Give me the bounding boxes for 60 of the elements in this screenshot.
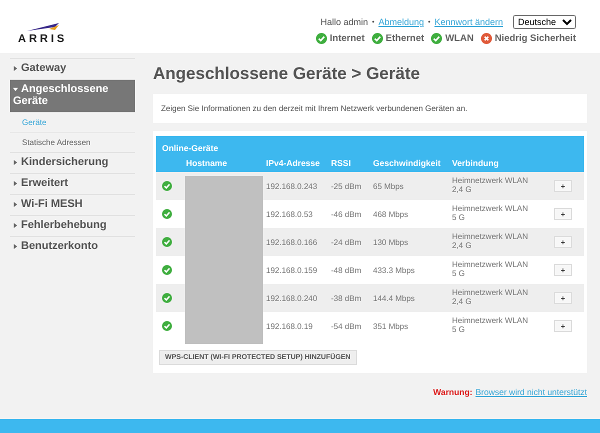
- sidebar-item[interactable]: Erweitert: [10, 173, 135, 194]
- table-cell-text: Heimnetzwerk WLAN 5 G: [452, 205, 530, 223]
- caret-icon: [13, 180, 18, 186]
- table-cell-text: -24 dBm: [331, 238, 362, 246]
- table-cell-text: -48 dBm: [331, 266, 362, 274]
- status-label: Internet: [330, 33, 365, 44]
- table-cell-text: 144.4 Mbps: [373, 294, 416, 302]
- sidebar-item[interactable]: Wi-Fi MESH: [10, 194, 135, 215]
- status-label: Niedrig Sicherheit: [494, 33, 576, 44]
- expand-button[interactable]: +: [554, 180, 572, 192]
- table-cell-text: Heimnetzwerk WLAN 5 G: [452, 317, 530, 335]
- table-cell-text: -54 dBm: [331, 322, 362, 330]
- warning-label: Warnung:: [433, 387, 473, 397]
- language-select[interactable]: Deutsche: [513, 15, 576, 29]
- table-cell-text: 192.168.0.159: [266, 266, 318, 274]
- column-header: IPv4-Adresse: [266, 158, 321, 168]
- caret-icon: [13, 222, 18, 228]
- table-cell-text: 192.168.0.166: [266, 238, 318, 246]
- status-label: WLAN: [445, 33, 474, 44]
- column-header: Verbindung: [452, 158, 500, 168]
- description-panel: Zeigen Sie Informationen zu den derzeit mit Ihrem Netzwerk verbundenen Geräten an.: [153, 94, 587, 123]
- greeting: Hallo admin: [320, 17, 368, 27]
- caret-icon: [13, 66, 18, 71]
- expand-button[interactable]: +: [554, 264, 572, 276]
- caret-icon: [13, 244, 18, 249]
- column-header: RSSI: [331, 158, 352, 168]
- table-cell-text: 468 Mbps: [373, 210, 410, 218]
- table-cell-text: 192.168.0.243: [266, 182, 318, 190]
- table-cell-text: 192.168.0.19: [266, 322, 314, 330]
- table-cell-text: -25 dBm: [331, 182, 362, 190]
- sidebar-item[interactable]: Fehlerbehebung: [10, 215, 135, 236]
- expand-button[interactable]: +: [554, 320, 572, 332]
- table-cell-text: 192.168.0.240: [266, 294, 318, 302]
- table-cell-text: Heimnetzwerk WLAN 2,4 G: [452, 233, 530, 251]
- table-cell-text: 130 Mbps: [373, 238, 410, 246]
- sidebar-subitem[interactable]: Statische Adressen: [10, 132, 135, 152]
- caret-icon: [13, 86, 18, 92]
- column-header: Hostname: [186, 158, 228, 168]
- table-cell-text: -46 dBm: [331, 210, 362, 218]
- table-cell-text: -38 dBm: [331, 294, 362, 302]
- table-cell-text: 65 Mbps: [373, 182, 405, 190]
- table-cell-text: 351 Mbps: [373, 322, 410, 330]
- caret-icon: [13, 202, 18, 207]
- page-title: Angeschlossene Geräte > Geräte: [153, 64, 421, 84]
- expand-button[interactable]: +: [554, 236, 572, 248]
- table-cell-text: Heimnetzwerk WLAN 2,4 G: [452, 289, 530, 307]
- table-cell-text: Heimnetzwerk WLAN 5 G: [452, 261, 530, 279]
- column-header: Geschwindigkeit: [373, 158, 442, 168]
- status-label: Ethernet: [386, 33, 424, 44]
- logo-text: ARRIS: [18, 33, 68, 45]
- caret-icon: [13, 160, 18, 165]
- sidebar-item[interactable]: Kindersicherung: [10, 152, 135, 173]
- sidebar-item[interactable]: Angeschlossene Geräte: [10, 79, 135, 112]
- sidebar-item[interactable]: Benutzerkonto: [10, 236, 135, 257]
- table-cell-text: Heimnetzwerk WLAN 2,4 G: [452, 177, 530, 195]
- table-cell-text: 192.168.0.53: [266, 210, 314, 218]
- expand-button[interactable]: +: [554, 292, 572, 304]
- expand-button[interactable]: +: [554, 208, 572, 220]
- table-cell-text: 433.3 Mbps: [373, 266, 416, 274]
- table-title: Online-Geräte: [162, 143, 218, 153]
